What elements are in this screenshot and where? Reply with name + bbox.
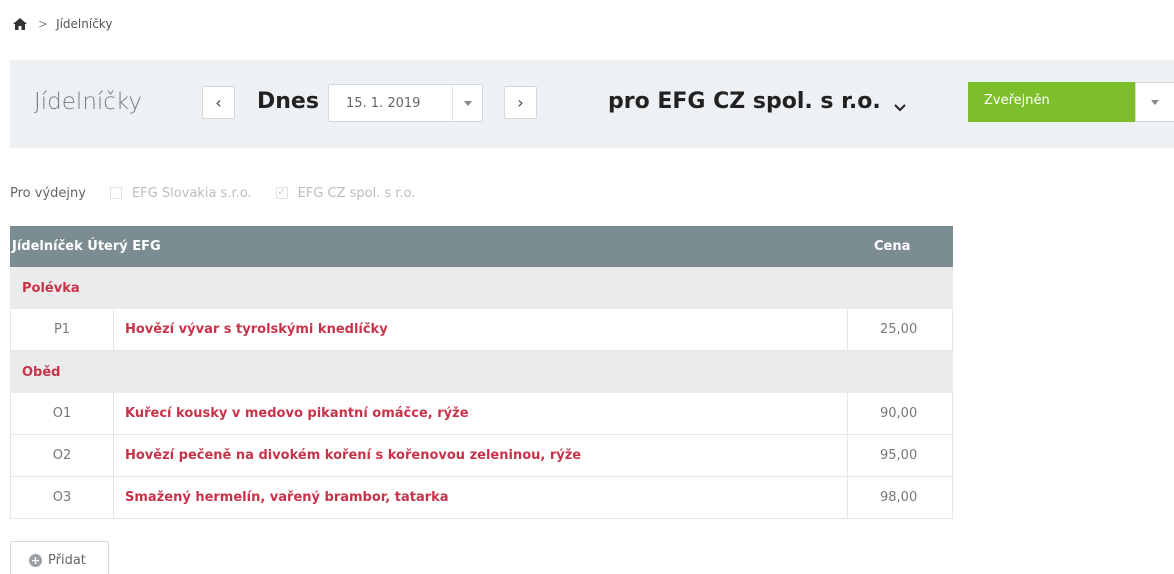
- date-value: 15. 1. 2019: [346, 96, 421, 111]
- menu-title: Jídelníček Úterý EFG: [12, 239, 161, 254]
- item-price: 25,00: [847, 309, 952, 350]
- status-button[interactable]: Zveřejněn: [968, 82, 1135, 122]
- caret-down-icon: [463, 100, 472, 106]
- outlet-checkbox[interactable]: ✓: [275, 187, 288, 199]
- add-button-label: Přidat: [48, 552, 86, 568]
- plus-circle-icon: +: [29, 553, 42, 567]
- outlet-option-efg-cz[interactable]: ✓ EFG CZ spol. s r.o.: [275, 185, 416, 201]
- item-price: 95,00: [847, 435, 952, 476]
- date-picker[interactable]: 15. 1. 2019: [328, 84, 483, 122]
- price-column-header: Cena: [874, 239, 911, 254]
- toolbar: Jídelníčky ‹ Dnes 15. 1. 2019 › pro EFG …: [10, 60, 1174, 148]
- item-name[interactable]: Smažený hermelín, vařený brambor, tatark…: [114, 477, 847, 518]
- status-dropdown-toggle[interactable]: [1135, 82, 1174, 122]
- item-code: P1: [11, 309, 114, 350]
- add-button[interactable]: + Přidat: [10, 541, 109, 574]
- next-day-button[interactable]: ›: [504, 86, 537, 119]
- chevron-down-icon: [893, 95, 907, 111]
- item-code: O1: [11, 393, 114, 434]
- prev-day-button[interactable]: ‹: [202, 86, 235, 119]
- home-icon[interactable]: [12, 17, 28, 31]
- outlet-label: EFG Slovakia s.r.o.: [131, 185, 252, 201]
- menu-item-row[interactable]: O2 Hovězí pečeně na divokém koření s koř…: [10, 435, 953, 477]
- outlet-filter: Pro výdejny EFG Slovakia s.r.o. ✓ EFG CZ…: [10, 182, 440, 204]
- menu-item-row[interactable]: O1 Kuřecí kousky v medovo pikantní omáčc…: [10, 393, 953, 435]
- company-selector[interactable]: pro EFG CZ spol. s r.o.: [608, 89, 907, 114]
- menu-item-row[interactable]: P1 Hovězí vývar s tyrolskými knedlíčky 2…: [10, 309, 953, 351]
- outlet-option-efg-slovakia[interactable]: EFG Slovakia s.r.o.: [109, 185, 252, 201]
- caret-down-icon: [1151, 99, 1159, 105]
- outlet-checkbox[interactable]: [109, 187, 122, 199]
- date-dropdown-toggle[interactable]: [452, 85, 482, 121]
- category-row: Oběd: [10, 351, 953, 393]
- menu-table-header: Jídelníček Úterý EFG Cena: [10, 226, 953, 267]
- company-name: pro EFG CZ spol. s r.o.: [608, 89, 881, 114]
- menu-item-row[interactable]: O3 Smažený hermelín, vařený brambor, tat…: [10, 477, 953, 519]
- item-code: O3: [11, 477, 114, 518]
- item-code: O2: [11, 435, 114, 476]
- item-price: 98,00: [847, 477, 952, 518]
- page-title: Jídelníčky: [34, 89, 143, 115]
- breadcrumb-current: Jídelníčky: [56, 17, 113, 31]
- category-row: Polévka: [10, 267, 953, 309]
- breadcrumb: > Jídelníčky: [12, 12, 112, 36]
- day-label: Dnes: [257, 89, 319, 114]
- chevron-right-icon: ›: [517, 93, 524, 112]
- item-name[interactable]: Hovězí vývar s tyrolskými knedlíčky: [114, 309, 847, 350]
- item-name[interactable]: Hovězí pečeně na divokém koření s kořeno…: [114, 435, 847, 476]
- status-split-button: Zveřejněn: [968, 82, 1174, 122]
- menu-table: Jídelníček Úterý EFG Cena Polévka P1 Hov…: [10, 226, 953, 519]
- outlet-filter-label: Pro výdejny: [10, 185, 86, 201]
- item-name[interactable]: Kuřecí kousky v medovo pikantní omáčce, …: [114, 393, 847, 434]
- outlet-label: EFG CZ spol. s r.o.: [297, 185, 416, 201]
- breadcrumb-separator: >: [38, 17, 49, 31]
- item-price: 90,00: [847, 393, 952, 434]
- chevron-left-icon: ‹: [215, 93, 222, 112]
